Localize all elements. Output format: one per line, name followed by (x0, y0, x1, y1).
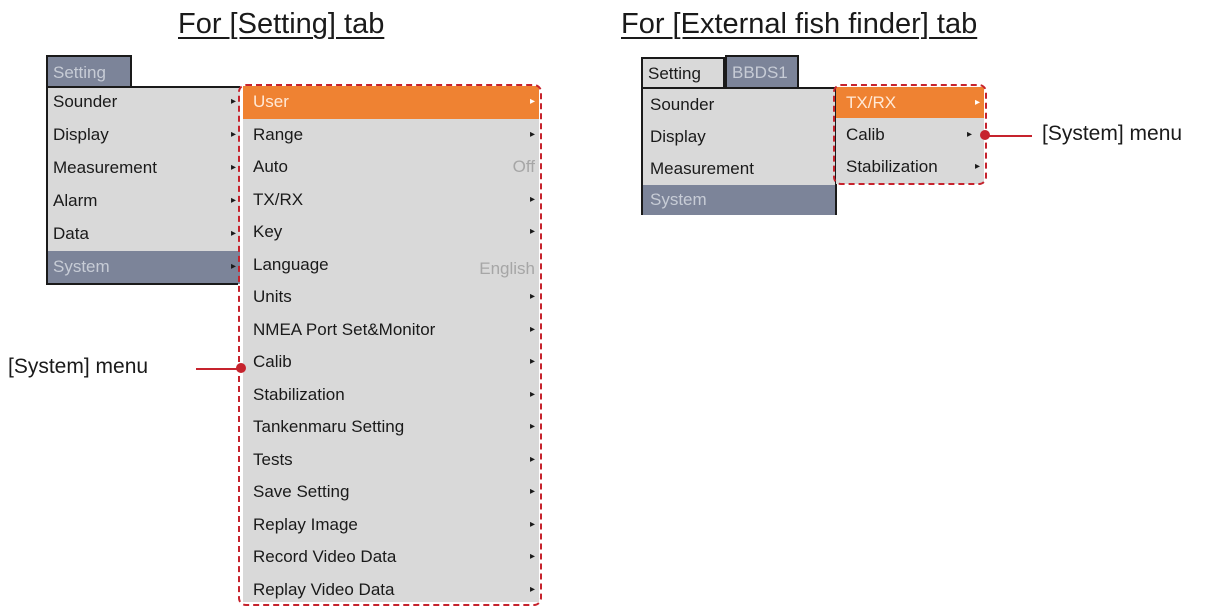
menu-item-display[interactable]: Display ▸ (46, 119, 240, 152)
chevron-right-icon: ▸ (529, 388, 535, 400)
tab-bbds1[interactable]: BBDS1 (725, 55, 799, 87)
main-menu-frame (46, 86, 48, 285)
submenu-item-label: Key (253, 222, 283, 241)
chevron-right-icon: ▸ (230, 129, 236, 140)
chevron-right-icon: ▸ (529, 486, 535, 497)
chevron-right-icon: ▸ (529, 193, 535, 205)
submenu-item-stabilization[interactable]: Stabilization ▸ (243, 379, 539, 412)
submenu-item-user[interactable]: User ▸ (243, 86, 539, 119)
menu-item-label: Display (650, 127, 706, 146)
submenu-item-tests[interactable]: Tests ▸ (243, 444, 539, 477)
submenu-item-txrx[interactable]: TX/RX ▸ (243, 184, 539, 217)
callout-leader-line (986, 135, 1032, 137)
submenu-item-key[interactable]: Key ▸ (243, 216, 539, 249)
chevron-right-icon: ▸ (529, 128, 535, 140)
left-heading: For [Setting] tab (178, 8, 385, 40)
menu-item-alarm[interactable]: Alarm ▸ (46, 185, 240, 218)
submenu-item-label: Tankenmaru Setting (253, 417, 405, 436)
submenu-item-auto[interactable]: Auto Off (243, 151, 539, 184)
submenu-item-label: Stabilization (253, 384, 345, 404)
submenu-item-label: Tests (253, 449, 293, 469)
fish-finder-main-menu: Sounder Display Measurement System (641, 87, 837, 215)
menu-item-label: System (53, 257, 110, 276)
menu-item-label: Measurement (53, 158, 157, 177)
setting-main-menu: Sounder ▸ Display ▸ Measurement ▸ Alarm … (46, 86, 240, 284)
chevron-right-icon: ▸ (529, 356, 535, 367)
main-menu-frame (46, 283, 238, 285)
main-menu-frame (46, 86, 240, 88)
submenu-item-label: Save Setting (253, 482, 350, 501)
menu-item-label: Data (53, 224, 89, 243)
submenu-item-label: Language (253, 254, 329, 274)
submenu-item-nmea-port[interactable]: NMEA Port Set&Monitor ▸ (243, 314, 539, 347)
chevron-right-icon: ▸ (529, 583, 535, 595)
menu-item-measurement[interactable]: Measurement (643, 153, 835, 185)
chevron-right-icon: ▸ (529, 453, 535, 465)
submenu-item-value: Off (512, 157, 535, 176)
chevron-right-icon: ▸ (230, 261, 236, 272)
chevron-right-icon: ▸ (529, 226, 535, 237)
submenu-item-label: User (253, 92, 289, 111)
chevron-right-icon: ▸ (529, 291, 535, 302)
menu-item-sounder[interactable]: Sounder (643, 89, 835, 120)
chevron-right-icon: ▸ (230, 162, 236, 173)
menu-item-label: System (650, 190, 707, 209)
chevron-right-icon: ▸ (974, 161, 980, 172)
menu-item-data[interactable]: Data ▸ (46, 218, 240, 251)
menu-item-label: Sounder (650, 95, 715, 114)
system-submenu-external: TX/RX ▸ Calib ▸ Stabilization ▸ (836, 87, 984, 184)
submenu-item-label: Replay Image (253, 514, 358, 534)
submenu-item-stabilization[interactable]: Stabilization ▸ (836, 151, 984, 183)
menu-item-label: Display (53, 125, 109, 144)
right-heading: For [External fish finder] tab (621, 8, 978, 40)
submenu-item-replay-image[interactable]: Replay Image ▸ (243, 509, 539, 542)
system-submenu: User ▸ Range ▸ Auto Off TX/RX ▸ Key ▸ La… (243, 86, 539, 602)
submenu-item-label: Calib (253, 352, 292, 371)
tab-setting[interactable]: Setting (46, 55, 132, 86)
chevron-right-icon: ▸ (230, 96, 236, 107)
submenu-item-label: Replay Video Data (253, 579, 395, 599)
menu-item-label: Measurement (650, 159, 754, 178)
chevron-right-icon: ▸ (230, 228, 236, 239)
submenu-item-txrx[interactable]: TX/RX ▸ (836, 87, 984, 118)
submenu-item-label: Range (253, 124, 304, 144)
menu-item-system[interactable]: System ▸ (46, 251, 240, 284)
submenu-item-range[interactable]: Range ▸ (243, 119, 539, 152)
tab-setting[interactable]: Setting (641, 57, 725, 87)
menu-item-label: Alarm (53, 191, 98, 210)
menu-item-system[interactable]: System (643, 185, 835, 215)
submenu-item-label: Stabilization (846, 157, 938, 176)
menu-item-measurement[interactable]: Measurement ▸ (46, 152, 240, 185)
submenu-item-label: TX/RX (253, 189, 304, 209)
submenu-item-replay-video-data[interactable]: Replay Video Data ▸ (243, 574, 539, 606)
submenu-item-save-setting[interactable]: Save Setting ▸ (243, 476, 539, 509)
chevron-right-icon: ▸ (529, 421, 535, 432)
system-menu-callout-label: [System] menu (8, 355, 149, 378)
submenu-item-record-video-data[interactable]: Record Video Data ▸ (243, 541, 539, 574)
menu-item-label: Sounder (53, 92, 118, 111)
submenu-item-calib[interactable]: Calib ▸ (836, 118, 984, 151)
chevron-right-icon: ▸ (974, 97, 980, 108)
submenu-item-label: TX/RX (846, 93, 897, 112)
chevron-right-icon: ▸ (966, 129, 972, 140)
chevron-right-icon: ▸ (529, 518, 535, 530)
submenu-item-label: NMEA Port Set&Monitor (253, 319, 436, 339)
submenu-item-units[interactable]: Units ▸ (243, 281, 539, 314)
menu-item-display[interactable]: Display (643, 120, 835, 153)
submenu-item-language[interactable]: Language English (243, 249, 539, 282)
submenu-item-tankenmaru-setting[interactable]: Tankenmaru Setting ▸ (243, 411, 539, 444)
chevron-right-icon: ▸ (529, 323, 535, 335)
submenu-item-label: Units (253, 287, 292, 306)
chevron-right-icon: ▸ (529, 96, 535, 107)
submenu-item-label: Record Video Data (253, 547, 397, 566)
submenu-item-calib[interactable]: Calib ▸ (243, 346, 539, 379)
system-menu-callout-label: [System] menu (1042, 122, 1183, 145)
submenu-item-label: Calib (846, 125, 885, 144)
submenu-item-label: Auto (253, 157, 288, 176)
chevron-right-icon: ▸ (529, 551, 535, 562)
chevron-right-icon: ▸ (230, 195, 236, 206)
callout-dot (236, 363, 246, 373)
menu-item-sounder[interactable]: Sounder ▸ (46, 86, 240, 119)
